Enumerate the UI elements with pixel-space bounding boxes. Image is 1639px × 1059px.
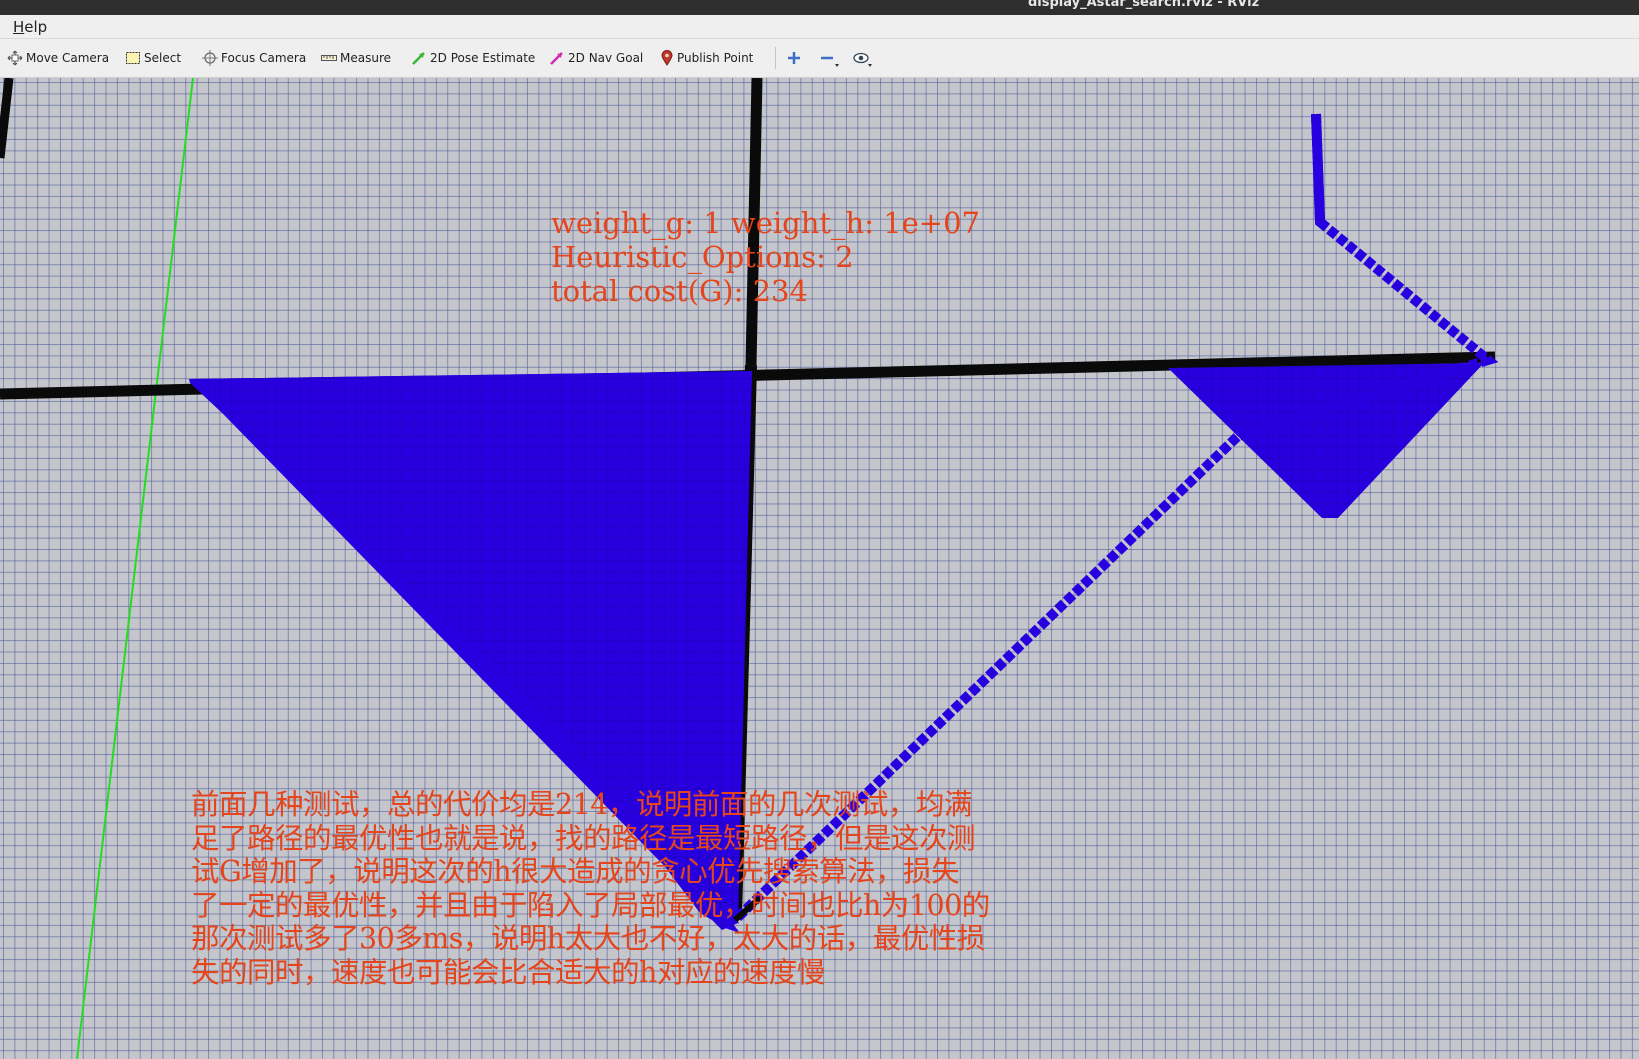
tool-select[interactable]: Select xyxy=(125,48,181,68)
move-camera-icon xyxy=(7,50,23,66)
view-icon xyxy=(853,52,872,67)
search-info-text: weight_g: 1 weight_h: 1e+07 Heuristic_Op… xyxy=(551,206,980,308)
explored-region-right-cells xyxy=(1168,363,1484,518)
tool-2d-pose-estimate[interactable]: 2D Pose Estimate xyxy=(411,48,535,68)
tool-move-camera[interactable]: Move Camera xyxy=(7,48,109,68)
tool-bar: Move Camera Select Focus Camera Measure … xyxy=(0,39,1639,78)
annotation-note: 前面几种测试，总的代价均是214，说明前面的几次测试，均满 足了路径的最优性也就… xyxy=(191,788,990,989)
obstacle-wall-edge xyxy=(0,78,14,159)
add-tool-button[interactable] xyxy=(786,49,808,69)
focus-camera-icon xyxy=(202,50,218,66)
tool-measure[interactable]: Measure xyxy=(321,48,391,68)
path-start-segment xyxy=(1311,113,1325,223)
tool-label: 2D Pose Estimate xyxy=(430,51,536,65)
nav-goal-icon xyxy=(550,52,563,65)
window-titlebar: display_Astar_search.rviz - RViz xyxy=(0,0,1639,15)
note-line: 足了路径的最优性也就是说，找的路径是最短路径，但是这次测 xyxy=(191,821,976,855)
tool-focus-camera[interactable]: Focus Camera xyxy=(202,48,306,68)
note-line: 前面几种测试，总的代价均是214，说明前面的几次测试，均满 xyxy=(191,788,972,821)
tool-label: Measure xyxy=(340,51,391,65)
note-line: 了一定的最优性，并且由于陷入了局部最优，时间也比h为100的 xyxy=(191,888,990,922)
axis-line xyxy=(76,78,194,1059)
add-tool-icon xyxy=(788,52,800,64)
info-heuristic: Heuristic_Options: 2 xyxy=(551,240,854,274)
tool-2d-nav-goal[interactable]: 2D Nav Goal xyxy=(549,48,643,68)
tool-label: 2D Nav Goal xyxy=(568,51,644,65)
tool-label: Select xyxy=(144,51,182,65)
tool-publish-point[interactable]: Publish Point xyxy=(660,48,753,68)
select-icon xyxy=(126,52,140,64)
tool-label: Move Camera xyxy=(26,51,110,65)
note-line: 试G增加了，说明这次的h很大造成的贪心优先搜索算法，损失 xyxy=(191,855,960,888)
remove-tool-icon xyxy=(821,56,839,67)
menu-help[interactable]: Help xyxy=(13,18,47,36)
info-weights: weight_g: 1 weight_h: 1e+07 xyxy=(551,206,981,240)
note-line: 失的同时，速度也可能会比合适大的h对应的速度慢 xyxy=(191,955,825,989)
toolbar-separator xyxy=(775,47,776,69)
3d-viewport[interactable]: weight_g: 1 weight_h: 1e+07 Heuristic_Op… xyxy=(0,78,1639,1059)
menu-bar: Help xyxy=(0,15,1639,39)
tool-label: Publish Point xyxy=(677,51,754,65)
publish-point-icon xyxy=(661,50,673,66)
measure-icon xyxy=(321,55,337,61)
tool-label: Focus Camera xyxy=(221,51,307,65)
window-title: display_Astar_search.rviz - RViz xyxy=(1028,0,1260,10)
info-total-cost: total cost(G): 234 xyxy=(551,274,808,308)
remove-tool-button[interactable] xyxy=(819,49,841,69)
pose-estimate-icon xyxy=(412,52,425,65)
view-button[interactable] xyxy=(852,49,874,69)
note-line: 那次测试多了30多ms，说明h太大也不好，太大的话，最优性损 xyxy=(191,922,985,955)
